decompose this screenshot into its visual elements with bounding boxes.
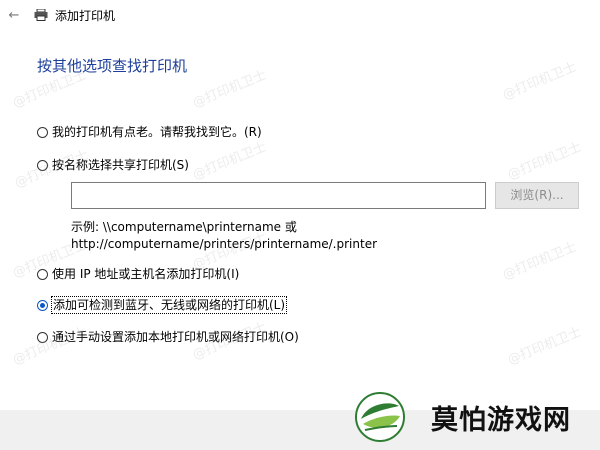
watermark-text: @打印机卫士 [500,59,579,103]
watermark-text: @打印机卫士 [505,139,584,183]
example-text-line2: http://computername/printers/printername… [71,237,378,251]
example-text-line1: 示例: \\computername\printername 或 [71,220,297,234]
option-label: 使用 IP 地址或主机名添加打印机(I) [52,267,240,281]
radio-option-bluetooth-wireless[interactable]: 添加可检测到蓝牙、无线或网络的打印机(L) [37,296,288,314]
page-heading: 按其他选项查找打印机 [37,57,188,75]
watermark-text: @打印机卫士 [505,324,584,368]
site-logo: 莫怕游戏网 [355,392,595,448]
leaf-logo-icon [355,392,405,442]
browse-button[interactable]: 浏览(R)... [495,182,579,209]
radio-option-shared-printer[interactable]: 按名称选择共享打印机(S) [37,157,189,173]
option-label: 通过手动设置添加本地打印机或网络打印机(O) [52,330,299,344]
option-label: 我的打印机有点老。请帮我找到它。(R) [52,125,262,139]
radio-option-ip-address[interactable]: 使用 IP 地址或主机名添加打印机(I) [37,266,239,282]
radio-option-old-printer[interactable]: 我的打印机有点老。请帮我找到它。(R) [37,124,262,140]
back-button[interactable]: ← [6,8,22,24]
radio-button[interactable] [37,331,48,343]
option-label: 添加可检测到蓝牙、无线或网络的打印机(L) [50,296,288,314]
arrow-left-icon: ← [8,8,20,23]
radio-button[interactable] [37,268,48,280]
watermark-text: @打印机卫士 [500,239,579,283]
watermark-text: @打印机卫士 [190,67,269,111]
radio-button[interactable] [37,159,48,171]
option-label: 按名称选择共享打印机(S) [52,158,189,172]
window-title: 添加打印机 [55,9,116,23]
radio-option-manual-local[interactable]: 通过手动设置添加本地打印机或网络打印机(O) [37,329,299,345]
radio-button[interactable] [37,126,48,138]
title-bar: ← 添加打印机 [0,0,600,32]
printer-icon [34,9,48,21]
shared-printer-name-input[interactable] [71,182,486,209]
radio-button-selected[interactable] [37,299,48,311]
logo-text: 莫怕游戏网 [431,405,571,436]
watermark-text: @打印机卫士 [190,139,269,183]
